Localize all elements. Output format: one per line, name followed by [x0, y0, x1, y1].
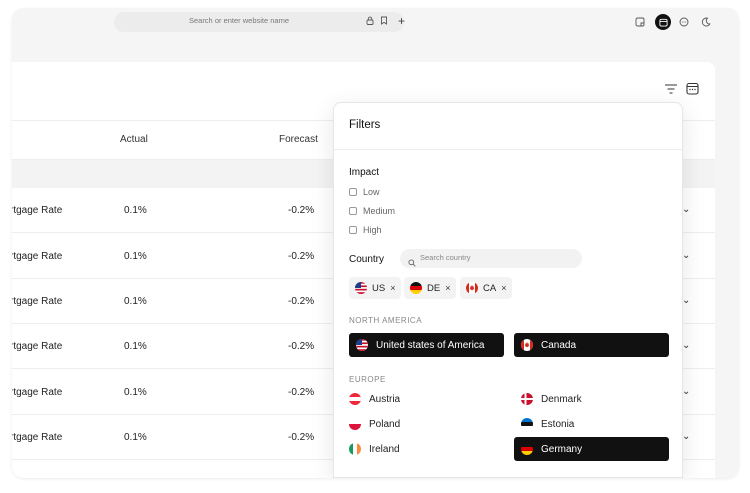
chevron-down-icon[interactable]: ⌄: [682, 250, 690, 261]
checkbox-box[interactable]: [349, 188, 357, 196]
country-option-label: Austria: [369, 393, 401, 405]
country-option-label: Denmark: [541, 393, 582, 405]
impact-low-checkbox[interactable]: Low: [349, 187, 380, 197]
column-actual[interactable]: Actual: [120, 134, 148, 145]
de-flag-icon: [410, 282, 422, 294]
plus-icon[interactable]: +: [398, 15, 405, 27]
checkbox-box[interactable]: [349, 226, 357, 234]
at-flag-icon: [349, 393, 361, 405]
country-option-label: Poland: [369, 418, 401, 430]
forecast-value: -0.2%: [288, 432, 315, 443]
close-icon[interactable]: ×: [501, 283, 506, 293]
lock-icon: [366, 16, 374, 27]
event-name: rtgage Rate: [12, 205, 63, 216]
close-icon[interactable]: ×: [445, 283, 450, 293]
country-search-placeholder: Search country: [420, 253, 471, 262]
event-name: rtgage Rate: [12, 296, 63, 307]
event-name: rtgage Rate: [12, 387, 63, 398]
us-flag-icon: [356, 339, 368, 351]
country-option-label: Germany: [541, 443, 583, 455]
country-label: Country: [349, 254, 385, 265]
forecast-value: -0.2%: [288, 205, 315, 216]
impact-medium-label: Medium: [363, 206, 396, 216]
ee-flag-icon: [521, 418, 533, 430]
us-flag-icon: [355, 282, 367, 294]
chip-us[interactable]: US ×: [349, 277, 402, 299]
country-option-usa[interactable]: United states of America: [349, 333, 504, 357]
country-option-estonia[interactable]: Estonia: [514, 412, 669, 436]
country-option-label: Estonia: [541, 418, 575, 430]
chip-us-label: US: [372, 282, 386, 294]
address-placeholder: Search or enter website name: [188, 16, 290, 25]
forecast-value: -0.2%: [288, 387, 315, 398]
dk-flag-icon: [521, 393, 533, 405]
browser-toolbar: Search or enter website name +: [12, 8, 739, 38]
chat-icon[interactable]: [676, 14, 692, 30]
actual-value: 0.1%: [124, 432, 147, 443]
filter-icon[interactable]: [664, 82, 678, 100]
chevron-down-icon[interactable]: ⌄: [682, 431, 690, 442]
chevron-down-icon[interactable]: ⌄: [682, 340, 690, 351]
country-option-poland[interactable]: Poland: [342, 412, 502, 436]
filters-title: Filters: [349, 119, 381, 131]
region-europe: EUROPE: [349, 375, 386, 384]
de-flag-icon: [521, 443, 533, 455]
impact-label: Impact: [349, 167, 380, 178]
address-bar[interactable]: Search or enter website name: [114, 12, 404, 32]
country-option-denmark[interactable]: Denmark: [514, 387, 669, 411]
chevron-down-icon[interactable]: ⌄: [682, 386, 690, 397]
ie-flag-icon: [349, 443, 361, 455]
ca-flag-icon: [466, 282, 478, 294]
table-tools: [664, 82, 699, 100]
region-north-america: NORTH AMERICA: [349, 316, 423, 325]
country-option-germany[interactable]: Germany: [514, 437, 669, 461]
ca-flag-icon: [521, 339, 533, 351]
actual-value: 0.1%: [124, 205, 147, 216]
chevron-down-icon[interactable]: ⌄: [682, 204, 690, 215]
chevron-down-icon[interactable]: ⌄: [682, 295, 690, 306]
country-option-austria[interactable]: Austria: [342, 387, 502, 411]
pl-flag-icon: [349, 418, 361, 430]
impact-high-checkbox[interactable]: High: [349, 225, 382, 235]
event-name: rtgage Rate: [12, 432, 63, 443]
actual-value: 0.1%: [124, 341, 147, 352]
country-option-label: Canada: [541, 339, 577, 351]
close-icon[interactable]: ×: [390, 283, 395, 293]
actual-value: 0.1%: [124, 387, 147, 398]
country-search-input[interactable]: Search country: [400, 249, 582, 268]
chip-de-label: DE: [427, 282, 441, 294]
divider: [334, 149, 682, 150]
chip-de[interactable]: DE ×: [404, 277, 457, 299]
moon-icon[interactable]: [698, 14, 714, 30]
filters-panel: Filters Impact Low Medium High Country S…: [333, 102, 683, 478]
forecast-value: -0.2%: [288, 296, 315, 307]
calendar-icon[interactable]: [655, 14, 671, 30]
chip-ca-label: CA: [483, 282, 497, 294]
chip-ca[interactable]: CA ×: [460, 277, 513, 299]
impact-high-label: High: [363, 225, 382, 235]
event-name: rtgage Rate: [12, 341, 63, 352]
bookmark-icon[interactable]: [380, 16, 388, 27]
impact-low-label: Low: [363, 187, 380, 197]
column-forecast[interactable]: Forecast: [279, 134, 318, 145]
country-option-ireland[interactable]: Ireland: [342, 437, 502, 461]
country-option-canada[interactable]: Canada: [514, 333, 669, 357]
browser-window: Search or enter website name + Actual Fo…: [12, 8, 739, 478]
country-option-label: United states of America: [376, 339, 485, 351]
country-option-label: Ireland: [369, 443, 400, 455]
search-icon: [408, 254, 416, 272]
actual-value: 0.1%: [124, 251, 147, 262]
calendar-view-icon[interactable]: [686, 82, 699, 100]
actual-value: 0.1%: [124, 296, 147, 307]
impact-medium-checkbox[interactable]: Medium: [349, 206, 395, 216]
event-name: rtgage Rate: [12, 251, 63, 262]
forecast-value: -0.2%: [288, 341, 315, 352]
checkbox-box[interactable]: [349, 207, 357, 215]
notes-icon[interactable]: [632, 14, 648, 30]
forecast-value: -0.2%: [288, 251, 315, 262]
